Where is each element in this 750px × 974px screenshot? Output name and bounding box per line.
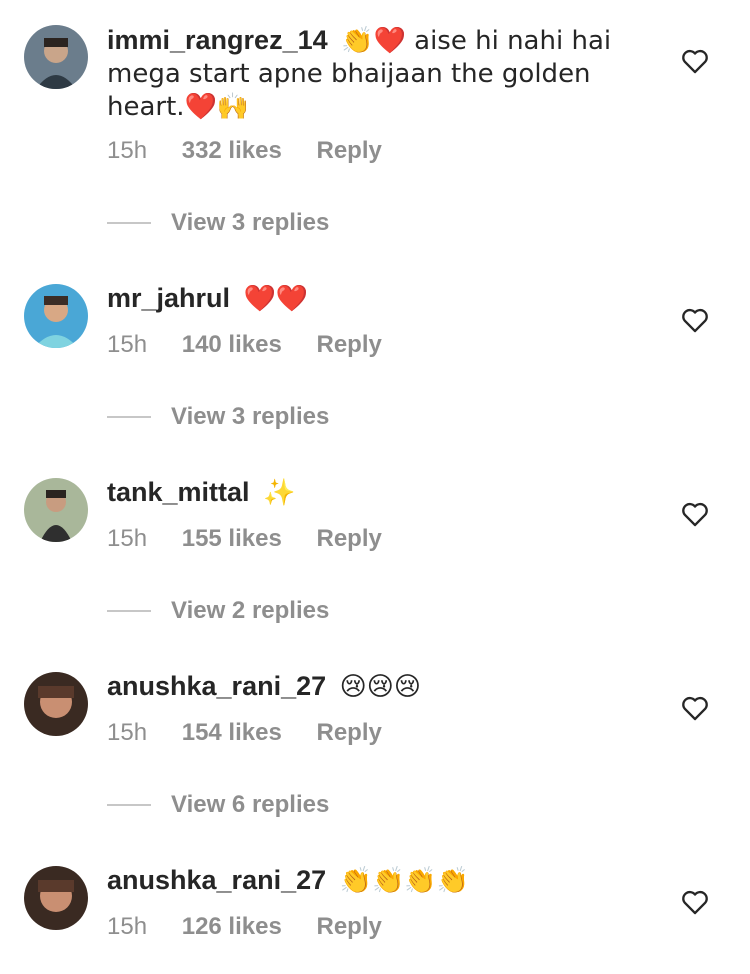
view-replies-label: View 6 replies (171, 791, 330, 818)
view-replies-button[interactable]: View 3 replies (107, 402, 329, 432)
comment-username[interactable]: anushka_rani_27 (107, 865, 326, 895)
view-replies-button[interactable]: View 2 replies (107, 596, 329, 626)
comment-time: 15h (107, 137, 148, 164)
comment-time: 15h (107, 525, 148, 552)
like-heart-icon[interactable] (681, 501, 709, 527)
comment-body: 👏👏👏👏 (339, 866, 470, 896)
comment-time: 15h (107, 331, 148, 358)
comment-username[interactable]: immi_rangrez_14 (107, 25, 328, 55)
avatar[interactable] (24, 25, 88, 89)
comment-username[interactable]: anushka_rani_27 (107, 671, 326, 701)
view-replies-button[interactable]: View 3 replies (107, 208, 329, 238)
comment-username[interactable]: mr_jahrul (107, 283, 230, 313)
reply-button[interactable]: Reply (316, 331, 381, 358)
view-replies-label: View 2 replies (171, 597, 330, 624)
view-replies-label: View 3 replies (171, 403, 330, 430)
avatar[interactable] (24, 866, 88, 930)
comment-meta: 15h 140 likes Reply (107, 331, 410, 359)
avatar[interactable] (24, 284, 88, 348)
replies-divider (107, 804, 151, 806)
comment-likes[interactable]: 140 likes (182, 331, 282, 358)
comment-likes[interactable]: 332 likes (182, 137, 282, 164)
comment-username[interactable]: tank_mittal (107, 477, 250, 507)
comment-likes[interactable]: 155 likes (182, 525, 282, 552)
comment-time: 15h (107, 719, 148, 746)
like-heart-icon[interactable] (681, 48, 709, 74)
comment-body: 😢😢😢 (339, 672, 421, 702)
comment-meta: 15h 155 likes Reply (107, 525, 410, 553)
comment-meta: 15h 332 likes Reply (107, 137, 410, 165)
like-heart-icon[interactable] (681, 695, 709, 721)
comment-text-block: anushka_rani_27 😢😢😢 (107, 670, 647, 703)
reply-button[interactable]: Reply (316, 525, 381, 552)
comment-text-block: anushka_rani_27 👏👏👏👏 (107, 864, 647, 897)
reply-button[interactable]: Reply (316, 719, 381, 746)
like-heart-icon[interactable] (681, 307, 709, 333)
comment-meta: 15h 126 likes Reply (107, 913, 410, 941)
avatar[interactable] (24, 672, 88, 736)
like-heart-icon[interactable] (681, 889, 709, 915)
comment-body: ✨ (263, 478, 296, 508)
reply-button[interactable]: Reply (316, 913, 381, 940)
comment-text-block: tank_mittal ✨ (107, 476, 647, 509)
view-replies-button[interactable]: View 6 replies (107, 790, 329, 820)
comment-text-block: immi_rangrez_14 👏❤️ aise hi nahi hai meg… (107, 24, 647, 123)
comment-likes[interactable]: 154 likes (182, 719, 282, 746)
comment-meta: 15h 154 likes Reply (107, 719, 410, 747)
reply-button[interactable]: Reply (316, 137, 381, 164)
replies-divider (107, 416, 151, 418)
view-replies-label: View 3 replies (171, 209, 330, 236)
comment-likes[interactable]: 126 likes (182, 913, 282, 940)
replies-divider (107, 222, 151, 224)
replies-divider (107, 610, 151, 612)
avatar[interactable] (24, 478, 88, 542)
comment-time: 15h (107, 913, 148, 940)
comment-body: ❤️❤️ (243, 284, 309, 314)
comment-text-block: mr_jahrul ❤️❤️ (107, 282, 647, 315)
